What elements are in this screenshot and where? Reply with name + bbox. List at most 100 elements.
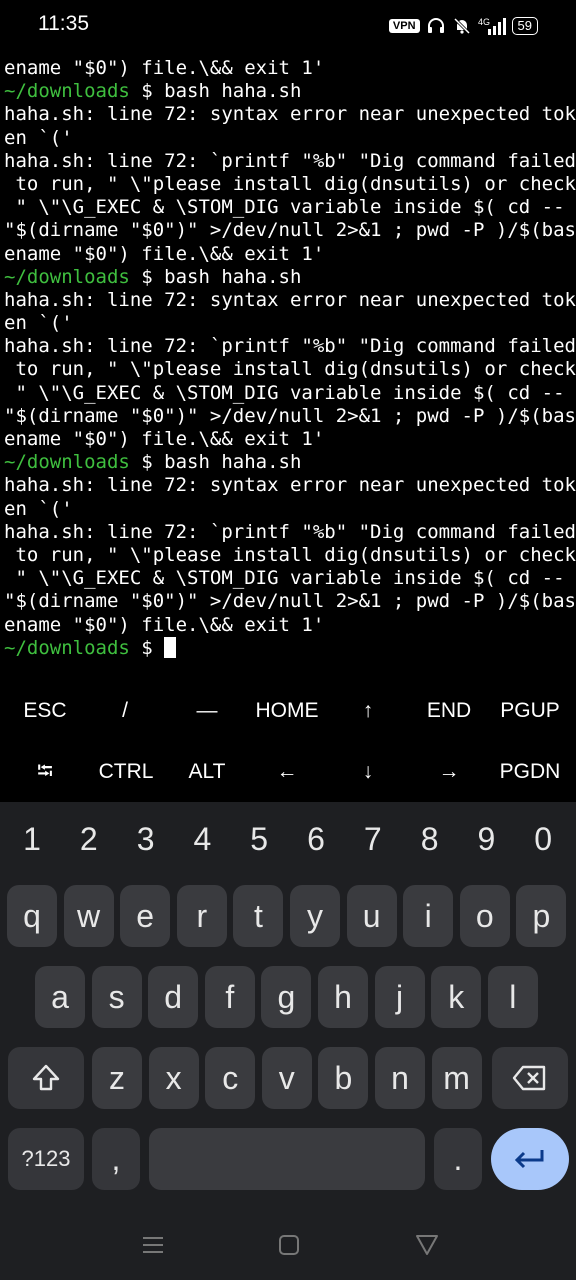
extra-key-esc[interactable]: ESC xyxy=(5,680,85,741)
key-y[interactable]: y xyxy=(290,885,340,947)
number-key-4[interactable]: 4 xyxy=(174,814,230,864)
status-icons: VPN 4G 59 xyxy=(388,14,538,38)
key-f[interactable]: f xyxy=(204,966,255,1028)
terminal-line: haha.sh: line 72: syntax error near unex… xyxy=(4,288,576,312)
terminal-line: "$(dirname "$0")" >/dev/null 2>&1 ; pwd … xyxy=(4,590,576,613)
extra-key-arrow-left[interactable]: ← xyxy=(247,741,327,802)
extra-key-end[interactable]: END xyxy=(409,680,489,741)
extra-key-pgup[interactable]: PGUP xyxy=(490,680,570,741)
terminal-text: haha.sh: line 72: syntax error near unex… xyxy=(4,288,576,311)
terminal-line: ename "$0") file.\&& exit 1' xyxy=(4,614,574,637)
key-a[interactable]: a xyxy=(35,966,85,1028)
number-key-6[interactable]: 6 xyxy=(288,814,344,864)
key-k[interactable]: k xyxy=(431,966,482,1028)
terminal-text: "$(dirname "$0")" >/dev/null 2>&1 ; pwd … xyxy=(4,219,576,242)
key-n[interactable]: n xyxy=(375,1047,425,1109)
key-d[interactable]: d xyxy=(148,966,199,1028)
terminal-text: haha.sh: line 72: syntax error near unex… xyxy=(4,474,576,497)
terminal-line: en `(' xyxy=(4,127,574,150)
period-key[interactable]: . xyxy=(434,1128,482,1190)
extra-keys-row-2: ⭾ CTRL ALT ← ↓ → PGDN xyxy=(0,741,576,802)
key-g[interactable]: g xyxy=(261,966,312,1028)
mute-bell-icon xyxy=(453,17,470,35)
status-bar: 11:35 VPN 4G 59 xyxy=(0,0,576,52)
key-u[interactable]: u xyxy=(346,885,397,947)
key-i[interactable]: i xyxy=(403,885,454,947)
key-v[interactable]: v xyxy=(261,1047,312,1109)
comma-key[interactable]: , xyxy=(92,1128,140,1190)
extra-key-arrow-down[interactable]: ↓ xyxy=(328,741,408,802)
number-key-5[interactable]: 5 xyxy=(231,814,287,864)
terminal-line: haha.sh: line 72: syntax error near unex… xyxy=(4,474,576,497)
extra-key-arrow-up[interactable]: ↑ xyxy=(328,680,408,741)
extra-key-alt[interactable]: ALT xyxy=(167,741,247,802)
terminal-text: to run, " \"please install dig(dnsutils)… xyxy=(4,543,576,566)
terminal-text: $ bash haha.sh xyxy=(129,80,302,103)
status-time: 11:35 xyxy=(38,12,89,35)
key-w[interactable]: w xyxy=(63,885,114,947)
terminal-text: haha.sh: line 72: `printf "%b" "Dig comm… xyxy=(4,335,576,358)
number-key-8[interactable]: 8 xyxy=(402,814,458,864)
key-x[interactable]: x xyxy=(148,1047,199,1109)
headphones-icon xyxy=(427,18,444,33)
prompt-path: ~/downloads xyxy=(4,451,130,474)
extra-key-slash[interactable]: / xyxy=(85,680,165,741)
extra-keys-bar: ESC / — HOME ↑ END PGUP ⭾ CTRL ALT ← ↓ → PGDN xyxy=(0,680,576,802)
symbols-key[interactable]: ?123 xyxy=(8,1128,84,1190)
prompt-path: ~/downloads xyxy=(4,80,130,103)
terminal-text: en `(' xyxy=(4,497,73,520)
key-t[interactable]: t xyxy=(233,885,284,947)
extra-key-ctrl[interactable]: CTRL xyxy=(86,741,166,802)
number-key-9[interactable]: 9 xyxy=(458,814,514,864)
extra-key-tab[interactable]: ⭾ xyxy=(5,741,85,802)
terminal-line: ename "$0") file.\&& exit 1' xyxy=(4,243,574,266)
terminal-text: " \"\G_EXEC & \STOM_DIG variable inside … xyxy=(4,567,565,590)
number-key-2[interactable]: 2 xyxy=(61,814,117,864)
home-square-icon[interactable] xyxy=(274,1230,304,1260)
terminal-text: ename "$0") file.\&& exit 1' xyxy=(4,57,325,79)
key-b[interactable]: b xyxy=(318,1047,369,1109)
terminal-line: " \"\G_EXEC & \STOM_DIG variable inside … xyxy=(4,567,574,590)
terminal-line: haha.sh: line 72: `printf "%b" "Dig comm… xyxy=(4,520,576,544)
key-e[interactable]: e xyxy=(120,885,171,947)
terminal-text: haha.sh: line 72: `printf "%b" "Dig comm… xyxy=(4,520,576,543)
prompt-line[interactable]: ~/downloads $ xyxy=(4,636,574,660)
terminal-line: en `(' xyxy=(4,312,574,335)
back-triangle-icon[interactable] xyxy=(412,1230,442,1260)
key-o[interactable]: o xyxy=(459,885,510,947)
terminal-line: ~/downloads $ bash haha.sh xyxy=(4,80,574,103)
terminal-line: "$(dirname "$0")" >/dev/null 2>&1 ; pwd … xyxy=(4,219,576,242)
shift-key[interactable] xyxy=(8,1047,84,1109)
backspace-key[interactable] xyxy=(492,1047,568,1109)
key-p[interactable]: p xyxy=(516,885,567,947)
terminal-cursor xyxy=(164,636,177,658)
terminal-text: ename "$0") file.\&& exit 1' xyxy=(4,428,325,450)
recents-menu-icon[interactable] xyxy=(138,1230,168,1260)
key-r[interactable]: r xyxy=(176,885,227,947)
extra-key-pgdn[interactable]: PGDN xyxy=(490,741,570,802)
number-key-3[interactable]: 3 xyxy=(118,814,174,864)
extra-key-dash[interactable]: — xyxy=(167,680,247,741)
key-m[interactable]: m xyxy=(431,1047,482,1109)
key-q[interactable]: q xyxy=(7,885,57,947)
extra-keys-row-1: ESC / — HOME ↑ END PGUP xyxy=(0,680,576,741)
terminal-line: en `(' xyxy=(4,498,574,521)
key-c[interactable]: c xyxy=(205,1047,256,1109)
key-h[interactable]: h xyxy=(318,966,368,1028)
number-key-0[interactable]: 0 xyxy=(515,814,571,864)
prompt-path: ~/downloads xyxy=(4,265,130,288)
backspace-icon xyxy=(512,1065,546,1091)
key-l[interactable]: l xyxy=(487,966,538,1028)
number-key-7[interactable]: 7 xyxy=(345,814,401,864)
enter-key[interactable] xyxy=(491,1128,569,1190)
number-key-1[interactable]: 1 xyxy=(4,814,60,864)
key-s[interactable]: s xyxy=(91,966,142,1028)
key-j[interactable]: j xyxy=(374,966,425,1028)
terminal-output[interactable]: ename "$0") file.\&& exit 1' ~/downloads … xyxy=(4,57,576,660)
key-z[interactable]: z xyxy=(92,1047,142,1109)
terminal-text: to run, " \"please install dig(dnsutils)… xyxy=(4,358,576,381)
extra-key-arrow-right[interactable]: → xyxy=(409,741,489,802)
extra-key-home[interactable]: HOME xyxy=(247,680,327,741)
space-key[interactable] xyxy=(149,1128,425,1190)
terminal-text: "$(dirname "$0")" >/dev/null 2>&1 ; pwd … xyxy=(4,590,576,613)
